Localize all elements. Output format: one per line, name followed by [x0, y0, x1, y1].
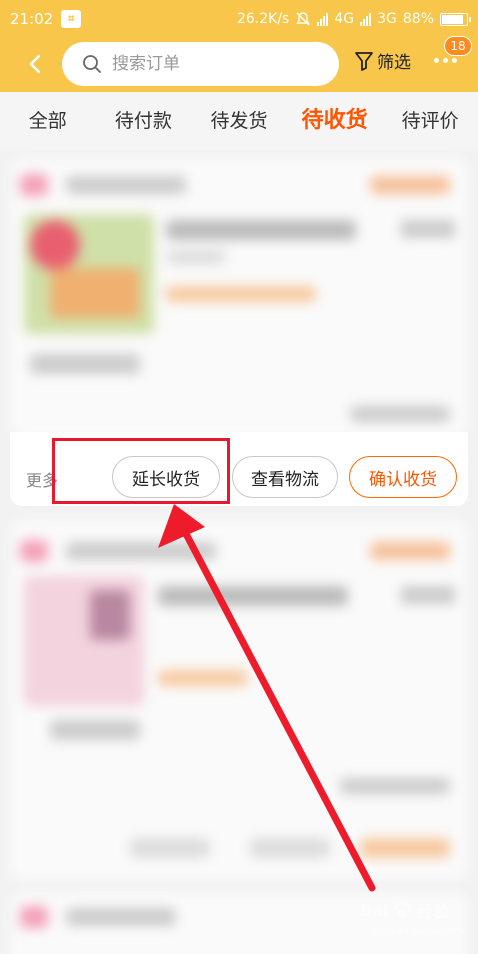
watermark-url: jingyan.baidu.com [372, 926, 465, 937]
paw-icon [394, 901, 411, 918]
annotation-arrow [158, 504, 376, 892]
watermark-suffix: 经验 [416, 902, 449, 921]
watermark-brand: Bai [360, 900, 389, 920]
baidu-watermark: Bai 经验 jingyan.baidu.com [360, 898, 464, 938]
